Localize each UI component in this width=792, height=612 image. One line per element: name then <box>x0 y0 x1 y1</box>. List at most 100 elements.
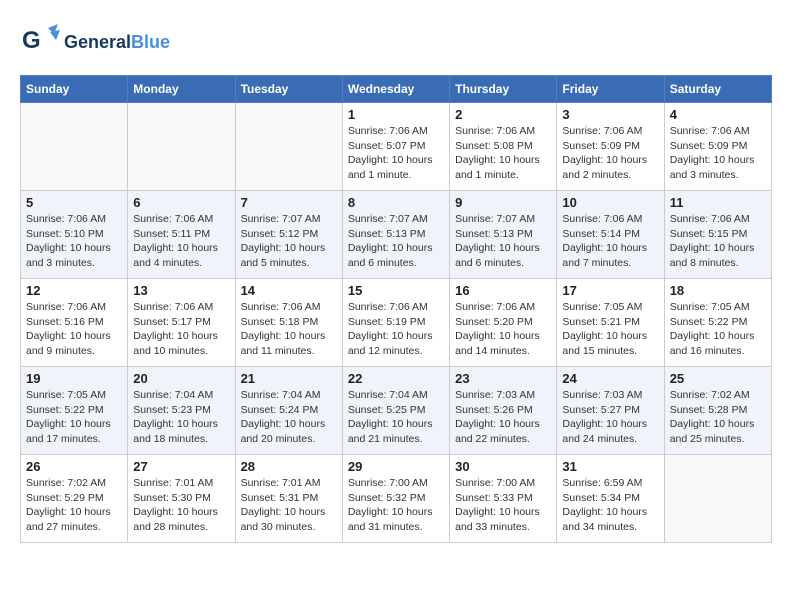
day-number: 10 <box>562 195 658 210</box>
calendar-cell: 17 Sunrise: 7:05 AM Sunset: 5:21 PM Dayli… <box>557 279 664 367</box>
calendar-table: SundayMondayTuesdayWednesdayThursdayFrid… <box>20 75 772 543</box>
day-number: 29 <box>348 459 444 474</box>
day-number: 30 <box>455 459 551 474</box>
day-number: 9 <box>455 195 551 210</box>
day-info: Sunrise: 7:04 AM Sunset: 5:23 PM Dayligh… <box>133 388 229 447</box>
day-number: 31 <box>562 459 658 474</box>
calendar-cell: 29 Sunrise: 7:00 AM Sunset: 5:32 PM Dayli… <box>342 455 449 543</box>
calendar-cell: 3 Sunrise: 7:06 AM Sunset: 5:09 PM Daylig… <box>557 103 664 191</box>
calendar-cell: 21 Sunrise: 7:04 AM Sunset: 5:24 PM Dayli… <box>235 367 342 455</box>
day-info: Sunrise: 7:07 AM Sunset: 5:13 PM Dayligh… <box>455 212 551 271</box>
day-info: Sunrise: 6:59 AM Sunset: 5:34 PM Dayligh… <box>562 476 658 535</box>
calendar-cell: 19 Sunrise: 7:05 AM Sunset: 5:22 PM Dayli… <box>21 367 128 455</box>
day-number: 12 <box>26 283 122 298</box>
calendar-cell: 24 Sunrise: 7:03 AM Sunset: 5:27 PM Dayli… <box>557 367 664 455</box>
calendar-cell: 31 Sunrise: 6:59 AM Sunset: 5:34 PM Dayli… <box>557 455 664 543</box>
day-number: 17 <box>562 283 658 298</box>
day-info: Sunrise: 7:02 AM Sunset: 5:28 PM Dayligh… <box>670 388 766 447</box>
day-info: Sunrise: 7:00 AM Sunset: 5:32 PM Dayligh… <box>348 476 444 535</box>
calendar-cell: 14 Sunrise: 7:06 AM Sunset: 5:18 PM Dayli… <box>235 279 342 367</box>
calendar-cell <box>21 103 128 191</box>
day-info: Sunrise: 7:06 AM Sunset: 5:19 PM Dayligh… <box>348 300 444 359</box>
day-info: Sunrise: 7:04 AM Sunset: 5:25 PM Dayligh… <box>348 388 444 447</box>
calendar-cell: 16Sunrise: 7:06 AM Sunset: 5:20 PM Dayli… <box>450 279 557 367</box>
day-number: 18 <box>670 283 766 298</box>
day-number: 26 <box>26 459 122 474</box>
weekday-header-wednesday: Wednesday <box>342 76 449 103</box>
calendar-cell: 28 Sunrise: 7:01 AM Sunset: 5:31 PM Dayli… <box>235 455 342 543</box>
calendar-cell: 22 Sunrise: 7:04 AM Sunset: 5:25 PM Dayli… <box>342 367 449 455</box>
day-info: Sunrise: 7:06 AM Sunset: 5:10 PM Dayligh… <box>26 212 122 271</box>
day-info: Sunrise: 7:06 AM Sunset: 5:18 PM Dayligh… <box>241 300 337 359</box>
calendar-cell: 8 Sunrise: 7:07 AM Sunset: 5:13 PM Daylig… <box>342 191 449 279</box>
day-number: 22 <box>348 371 444 386</box>
day-number: 11 <box>670 195 766 210</box>
day-number: 1 <box>348 107 444 122</box>
day-info: Sunrise: 7:06 AM Sunset: 5:09 PM Dayligh… <box>670 124 766 183</box>
day-number: 6 <box>133 195 229 210</box>
day-info: Sunrise: 7:05 AM Sunset: 5:22 PM Dayligh… <box>670 300 766 359</box>
day-info: Sunrise: 7:06 AM Sunset: 5:09 PM Dayligh… <box>562 124 658 183</box>
day-info: Sunrise: 7:06 AM Sunset: 5:08 PM Dayligh… <box>455 124 551 183</box>
day-number: 13 <box>133 283 229 298</box>
calendar-cell: 15 Sunrise: 7:06 AM Sunset: 5:19 PM Dayli… <box>342 279 449 367</box>
logo-icon: G <box>20 20 60 65</box>
day-info: Sunrise: 7:06 AM Sunset: 5:15 PM Dayligh… <box>670 212 766 271</box>
calendar-cell: 9 Sunrise: 7:07 AM Sunset: 5:13 PM Daylig… <box>450 191 557 279</box>
calendar-cell: 11 Sunrise: 7:06 AM Sunset: 5:15 PM Dayli… <box>664 191 771 279</box>
calendar-cell: 13 Sunrise: 7:06 AM Sunset: 5:17 PM Dayli… <box>128 279 235 367</box>
day-info: Sunrise: 7:06 AM Sunset: 5:16 PM Dayligh… <box>26 300 122 359</box>
day-info: Sunrise: 7:05 AM Sunset: 5:22 PM Dayligh… <box>26 388 122 447</box>
day-number: 3 <box>562 107 658 122</box>
day-number: 20 <box>133 371 229 386</box>
day-info: Sunrise: 7:03 AM Sunset: 5:27 PM Dayligh… <box>562 388 658 447</box>
day-number: 28 <box>241 459 337 474</box>
calendar-cell: 30 Sunrise: 7:00 AM Sunset: 5:33 PM Dayli… <box>450 455 557 543</box>
day-info: Sunrise: 7:03 AM Sunset: 5:26 PM Dayligh… <box>455 388 551 447</box>
day-info: Sunrise: 7:06 AM Sunset: 5:07 PM Dayligh… <box>348 124 444 183</box>
calendar-cell: 18 Sunrise: 7:05 AM Sunset: 5:22 PM Dayli… <box>664 279 771 367</box>
calendar-cell: 4 Sunrise: 7:06 AM Sunset: 5:09 PM Daylig… <box>664 103 771 191</box>
day-info: Sunrise: 7:02 AM Sunset: 5:29 PM Dayligh… <box>26 476 122 535</box>
day-number: 19 <box>26 371 122 386</box>
calendar-cell <box>128 103 235 191</box>
day-number: 23 <box>455 371 551 386</box>
logo: G GeneralBlue <box>20 20 170 65</box>
day-info: Sunrise: 7:00 AM Sunset: 5:33 PM Dayligh… <box>455 476 551 535</box>
calendar-cell <box>235 103 342 191</box>
svg-text:G: G <box>22 27 41 54</box>
day-info: Sunrise: 7:01 AM Sunset: 5:31 PM Dayligh… <box>241 476 337 535</box>
day-info: Sunrise: 7:04 AM Sunset: 5:24 PM Dayligh… <box>241 388 337 447</box>
day-info: Sunrise: 7:07 AM Sunset: 5:13 PM Dayligh… <box>348 212 444 271</box>
calendar-cell: 2 Sunrise: 7:06 AM Sunset: 5:08 PM Daylig… <box>450 103 557 191</box>
day-number: 8 <box>348 195 444 210</box>
day-number: 21 <box>241 371 337 386</box>
day-number: 15 <box>348 283 444 298</box>
calendar-cell: 7Sunrise: 7:07 AM Sunset: 5:12 PM Daylig… <box>235 191 342 279</box>
calendar-cell: 1 Sunrise: 7:06 AM Sunset: 5:07 PM Daylig… <box>342 103 449 191</box>
calendar-cell: 26 Sunrise: 7:02 AM Sunset: 5:29 PM Dayli… <box>21 455 128 543</box>
day-number: 7 <box>241 195 337 210</box>
day-number: 14 <box>241 283 337 298</box>
calendar-cell <box>664 455 771 543</box>
weekday-header-sunday: Sunday <box>21 76 128 103</box>
day-number: 2 <box>455 107 551 122</box>
weekday-header-friday: Friday <box>557 76 664 103</box>
calendar-cell: 27Sunrise: 7:01 AM Sunset: 5:30 PM Dayli… <box>128 455 235 543</box>
day-info: Sunrise: 7:06 AM Sunset: 5:11 PM Dayligh… <box>133 212 229 271</box>
day-info: Sunrise: 7:05 AM Sunset: 5:21 PM Dayligh… <box>562 300 658 359</box>
day-info: Sunrise: 7:06 AM Sunset: 5:17 PM Dayligh… <box>133 300 229 359</box>
page-header: G GeneralBlue <box>20 20 772 65</box>
day-number: 27 <box>133 459 229 474</box>
day-number: 4 <box>670 107 766 122</box>
day-number: 25 <box>670 371 766 386</box>
calendar-cell: 10Sunrise: 7:06 AM Sunset: 5:14 PM Dayli… <box>557 191 664 279</box>
day-number: 16 <box>455 283 551 298</box>
day-number: 24 <box>562 371 658 386</box>
calendar-cell: 20 Sunrise: 7:04 AM Sunset: 5:23 PM Dayli… <box>128 367 235 455</box>
calendar-cell: 25 Sunrise: 7:02 AM Sunset: 5:28 PM Dayli… <box>664 367 771 455</box>
calendar-cell: 5 Sunrise: 7:06 AM Sunset: 5:10 PM Daylig… <box>21 191 128 279</box>
day-number: 5 <box>26 195 122 210</box>
weekday-header-thursday: Thursday <box>450 76 557 103</box>
logo-text: GeneralBlue <box>64 33 170 53</box>
